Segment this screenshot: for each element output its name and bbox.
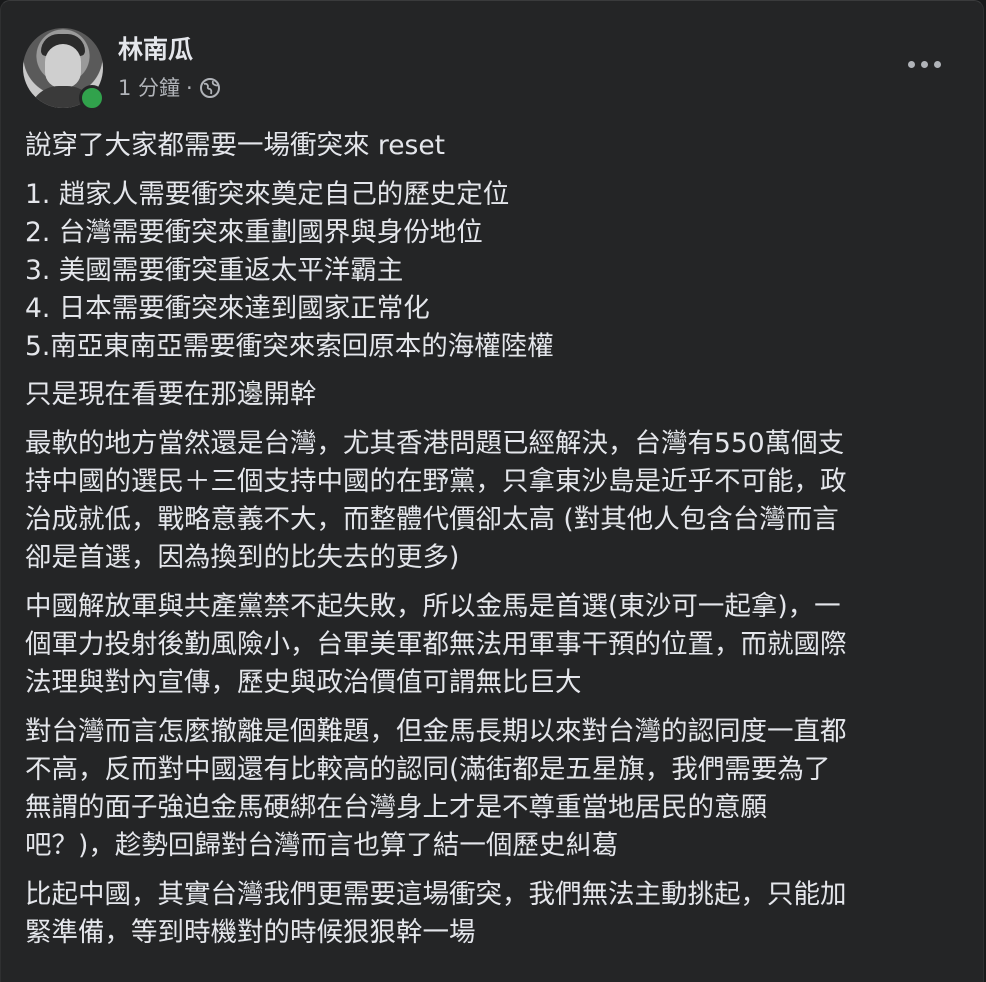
post-text-line: 比起中國，其實台灣我們更需要這場衝突，我們無法主動挑起，只能加 [25, 879, 847, 910]
more-options-icon[interactable] [899, 47, 949, 81]
author-name[interactable]: 林南瓜 [118, 35, 193, 65]
post-text-line: 緊準備，等到時機對的時候狠狠幹一場 [25, 917, 476, 948]
post-paragraph: 比起中國，其實台灣我們更需要這場衝突，我們無法主動挑起，只能加 緊準備，等到時機對… [25, 876, 965, 952]
post-paragraph: 說穿了大家都需要一場衝突來 reset [25, 127, 965, 165]
post-text-line: 1. 趙家人需要衝突來奠定自己的歷史定位 [25, 179, 510, 210]
post-text-line: 吧？)，趁勢回歸對台灣而言也算了結一個歷史糾葛 [25, 830, 619, 861]
post-card: 林南瓜 1 分鐘 · 說穿了大家都需要一場衝突來 reset 1. 趙家人需要衝突… [0, 0, 984, 982]
post-text-line: 無謂的面子強迫金馬硬綁在台灣身上才是不尊重當地居民的意願 [25, 792, 767, 823]
post-timestamp[interactable]: 1 分鐘 [118, 75, 180, 101]
post-text-line: 卻是首選，因為換到的比失去的更多) [25, 542, 460, 573]
meta-separator: · [186, 76, 193, 100]
post-text-line: 最軟的地方當然還是台灣，尤其香港問題已經解決，台灣有550萬個支 [25, 428, 845, 459]
more-dot [933, 60, 941, 68]
post-text-line: 說穿了大家都需要一場衝突來 reset [25, 130, 446, 161]
post-text: 說穿了大家都需要一場衝突來 reset 1. 趙家人需要衝突來奠定自己的歷史定位 2… [25, 127, 965, 963]
post-text-line: 3. 美國需要衝突重返太平洋霸主 [25, 255, 404, 286]
globe-icon[interactable] [199, 77, 221, 99]
online-status-icon [79, 85, 105, 111]
post-text-line: 不高，反而對中國還有比較高的認同(滿街都是五星旗，我們需要為了 [25, 754, 831, 785]
post-text-line: 中國解放軍與共產黨禁不起失敗，所以金馬是首選(東沙可一起拿)，一 [25, 591, 841, 622]
post-paragraph: 最軟的地方當然還是台灣，尤其香港問題已經解決，台灣有550萬個支 持中國的選民＋三… [25, 425, 965, 577]
more-dot [907, 60, 915, 68]
post-text-line: 治成就低，戰略意義不大，而整體代價卻太高 (對其他人包含台灣而言 [25, 504, 839, 535]
avatar-face [45, 44, 81, 88]
post-text-line: 2. 台灣需要衝突來重劃國界與身份地位 [25, 217, 483, 248]
post-text-line: 法理與對內宣傳，歷史與政治價值可謂無比巨大 [25, 667, 582, 698]
post-text-line: 對台灣而言怎麼撤離是個難題，但金馬長期以來對台灣的認同度一直都 [25, 716, 847, 747]
post-paragraph: 1. 趙家人需要衝突來奠定自己的歷史定位 2. 台灣需要衝突來重劃國界與身份地位 3… [25, 176, 965, 366]
post-text-line: 個軍力投射後勤風險小，台軍美軍都無法用軍事干預的位置，而就國際 [25, 629, 847, 660]
post-text-line: 5.南亞東南亞需要衝突來索回原本的海權陸權 [25, 331, 554, 362]
post-text-line: 持中國的選民＋三個支持中國的在野黨，只拿東沙島是近乎不可能，政 [25, 466, 847, 497]
post-paragraph: 對台灣而言怎麼撤離是個難題，但金馬長期以來對台灣的認同度一直都 不高，反而對中國還… [25, 713, 965, 865]
post-paragraph: 只是現在看要在那邊開幹 [25, 376, 965, 414]
post-paragraph: 中國解放軍與共產黨禁不起失敗，所以金馬是首選(東沙可一起拿)，一 個軍力投射後勤風… [25, 588, 965, 702]
more-dot [920, 60, 928, 68]
post-text-line: 4. 日本需要衝突來達到國家正常化 [25, 293, 430, 324]
post-text-line: 只是現在看要在那邊開幹 [25, 379, 317, 410]
post-meta: 1 分鐘 · [118, 75, 221, 101]
